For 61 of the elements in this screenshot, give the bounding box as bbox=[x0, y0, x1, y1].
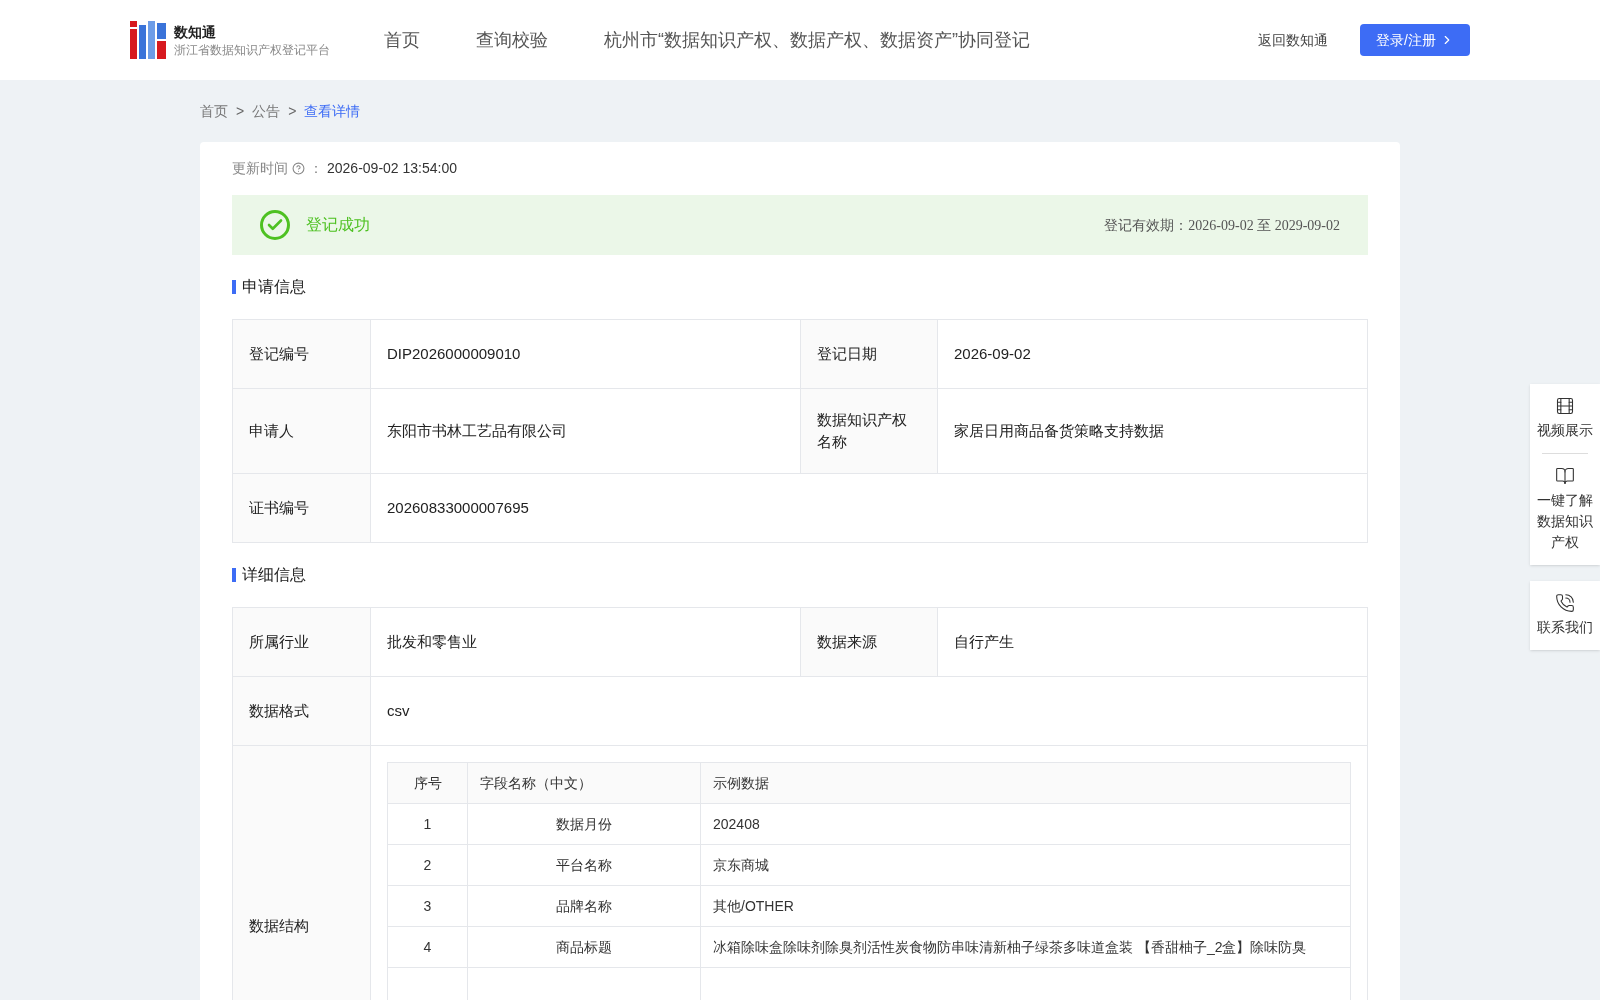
table-cell: 2 bbox=[387, 844, 468, 886]
field-value: 批发和零售业 bbox=[386, 632, 478, 652]
column-header: 示例数据 bbox=[700, 762, 1351, 804]
field-value: DIP2026000009010 bbox=[386, 344, 522, 364]
help-icon bbox=[292, 162, 305, 175]
section-title: 申请信息 bbox=[242, 277, 306, 297]
book-icon bbox=[1555, 466, 1575, 486]
column-header: 字段名称（中文） bbox=[467, 762, 701, 804]
section-title: 详细信息 bbox=[242, 565, 306, 585]
colon: ： bbox=[309, 159, 323, 178]
field-label: 数据格式 bbox=[233, 677, 371, 745]
table-cell: 品牌名称 bbox=[467, 885, 701, 927]
validity-text: 登记有效期：2026-09-02 至 2029-09-02 bbox=[1104, 216, 1340, 235]
breadcrumb-link[interactable]: 首页 bbox=[200, 100, 228, 122]
breadcrumb-separator: > bbox=[288, 101, 297, 121]
field-label: 数据知识产权名称 bbox=[800, 389, 938, 473]
field-label: 登记编号 bbox=[233, 320, 371, 388]
breadcrumb-separator: > bbox=[236, 101, 245, 121]
breadcrumb-link[interactable]: 公告 bbox=[252, 100, 281, 122]
field-value: csv bbox=[386, 701, 411, 721]
field-value: 2026-09-02 bbox=[953, 344, 1032, 364]
table-cell: 4 bbox=[387, 926, 468, 968]
field-label: 申请人 bbox=[233, 389, 371, 473]
nav-link[interactable]: 查询校验 bbox=[476, 26, 548, 54]
breadcrumb-link[interactable]: 查看详情 bbox=[304, 100, 361, 122]
field-label: 数据来源 bbox=[800, 608, 938, 676]
logo-icon bbox=[130, 21, 166, 59]
column-header: 序号 bbox=[387, 762, 468, 804]
table-cell: 数据月份 bbox=[467, 803, 701, 845]
table-cell: 3 bbox=[387, 885, 468, 927]
float-panel-item[interactable]: 联系我们 bbox=[1530, 581, 1600, 650]
field-label: 数据结构 bbox=[233, 746, 371, 1000]
update-label: 更新时间 bbox=[232, 159, 288, 178]
section-marker bbox=[232, 280, 236, 294]
field-value: 20260833000007695 bbox=[386, 498, 530, 518]
field-value: 东阳市书林工艺品有限公司 bbox=[386, 421, 568, 441]
table-cell: 1 bbox=[387, 803, 468, 845]
field-label: 证书编号 bbox=[233, 474, 371, 542]
table-cell: 冰箱除味盒除味剂除臭剂活性炭食物防串味清新柚子绿茶多味道盒装 【香甜柚子_2盒】除味防臭 bbox=[700, 926, 1351, 968]
logo-subtitle: 浙江省数据知识产权登记平台 bbox=[174, 42, 330, 58]
table-cell: 京东商城 bbox=[700, 844, 1351, 886]
logo-title: 数知通 bbox=[174, 23, 217, 42]
table-cell: 其他/OTHER bbox=[700, 885, 1351, 927]
nav-link[interactable]: 杭州市“数据知识产权、数据产权、数据资产”协同登记 bbox=[604, 26, 1030, 54]
film-icon bbox=[1555, 396, 1575, 416]
field-label: 所属行业 bbox=[233, 608, 371, 676]
table-cell: 平台名称 bbox=[467, 844, 701, 886]
float-panel-item[interactable]: 视频展示 bbox=[1530, 384, 1600, 453]
status-text: 登记成功 bbox=[306, 215, 370, 235]
back-link[interactable]: 返回数知通 bbox=[1258, 29, 1329, 51]
table-cell: 商品标题 bbox=[467, 926, 701, 968]
table-cell: 202408 bbox=[700, 803, 1351, 845]
float-panel-item[interactable]: 一键了解数据知识产权 bbox=[1530, 454, 1600, 565]
field-value: 自行产生 bbox=[953, 632, 1015, 652]
nav-link[interactable]: 首页 bbox=[384, 26, 420, 54]
phone-icon bbox=[1555, 593, 1575, 613]
field-value: 家居日用商品备货策略支持数据 bbox=[953, 421, 1165, 441]
update-time: 2026-09-02 13:54:00 bbox=[327, 159, 457, 178]
section-marker bbox=[232, 568, 236, 582]
login-button[interactable]: 登录/注册 bbox=[1360, 24, 1470, 56]
field-label: 登记日期 bbox=[800, 320, 938, 388]
